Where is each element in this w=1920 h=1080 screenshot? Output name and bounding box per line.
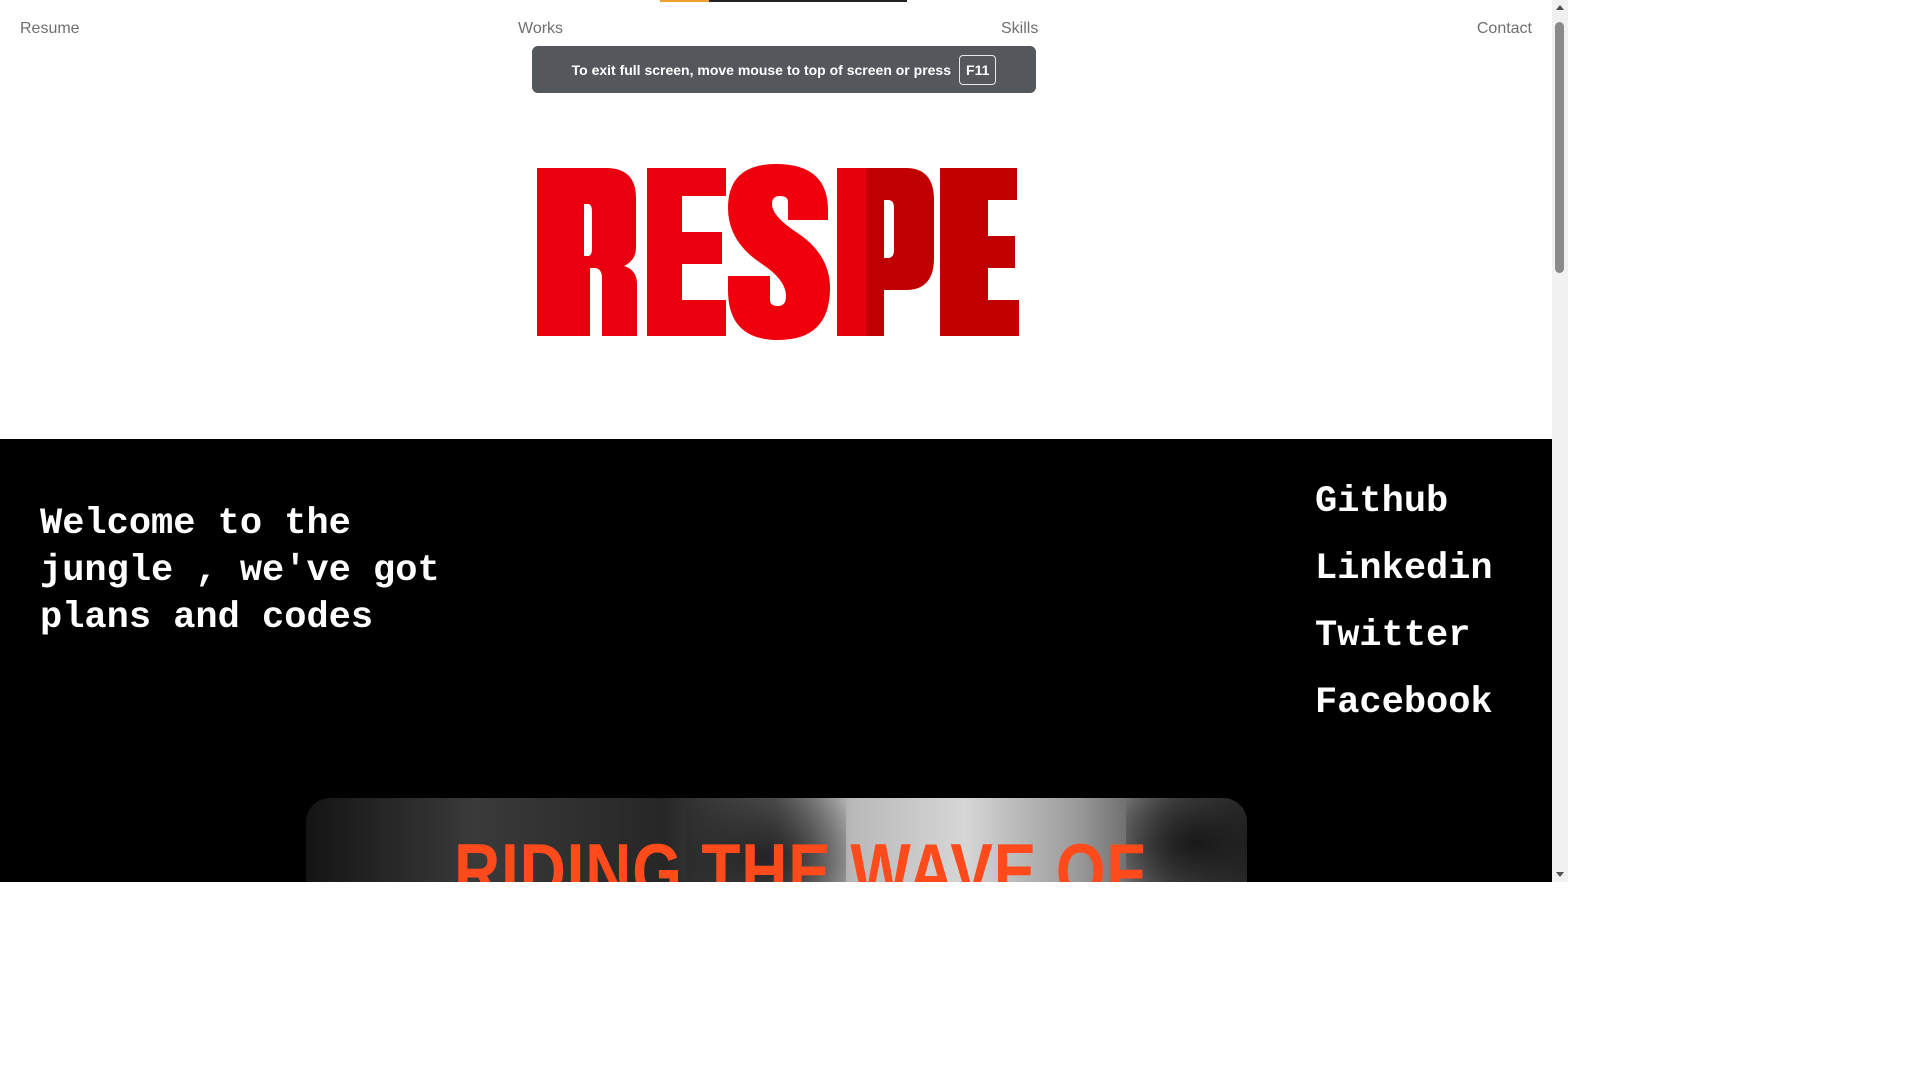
github-link[interactable]: Github: [1315, 481, 1448, 523]
banner-title: RIDING THE WAVE OF: [454, 827, 1147, 882]
top-nav: Resume Works Skills Contact: [0, 20, 1552, 44]
welcome-heading: Welcome to the jungle , we've got plans …: [40, 501, 510, 642]
dark-intro-section: Welcome to the jungle , we've got plans …: [0, 439, 1552, 882]
welcome-line-1: Welcome to the: [40, 503, 351, 545]
scrollbar-thumb[interactable]: [1555, 22, 1564, 273]
featured-banner: RIDING THE WAVE OF: [306, 798, 1247, 882]
nav-link-works[interactable]: Works: [518, 20, 563, 38]
scroll-down-arrow-icon[interactable]: [1556, 872, 1564, 877]
twitter-link[interactable]: Twitter: [1315, 615, 1470, 657]
hero-letter-r: [537, 168, 637, 336]
welcome-line-2: jungle , we've got: [40, 550, 440, 592]
social-item-github: Github: [1315, 479, 1493, 546]
social-links: Github Linkedin Twitter Facebook: [1315, 479, 1493, 747]
nav-link-skills[interactable]: Skills: [1001, 20, 1038, 38]
hero-letter-e1: [647, 168, 726, 336]
hero-letter-s: [728, 164, 830, 340]
page-progress-fill: [660, 0, 710, 2]
social-item-facebook: Facebook: [1315, 680, 1493, 747]
page-progress-bar: [660, 0, 907, 2]
fullscreen-toast-message: To exit full screen, move mouse to top o…: [571, 61, 952, 78]
social-item-twitter: Twitter: [1315, 613, 1493, 680]
nav-link-resume[interactable]: Resume: [20, 20, 80, 38]
vertical-scrollbar[interactable]: [1552, 0, 1568, 882]
hero-letter-e2: [940, 168, 1019, 336]
welcome-line-3: plans and codes: [40, 597, 374, 639]
hero-letter-p: [837, 168, 934, 336]
hero-word-respe: [537, 164, 1019, 340]
page: Resume Works Skills Contact To exit full…: [0, 0, 1568, 882]
social-item-linkedin: Linkedin: [1315, 546, 1493, 613]
fullscreen-exit-toast: To exit full screen, move mouse to top o…: [532, 46, 1036, 93]
scroll-up-arrow-icon[interactable]: [1556, 5, 1564, 10]
linkedin-link[interactable]: Linkedin: [1315, 548, 1493, 590]
nav-link-contact[interactable]: Contact: [1477, 20, 1532, 38]
facebook-link[interactable]: Facebook: [1315, 682, 1493, 724]
f11-key-badge: F11: [959, 54, 997, 85]
